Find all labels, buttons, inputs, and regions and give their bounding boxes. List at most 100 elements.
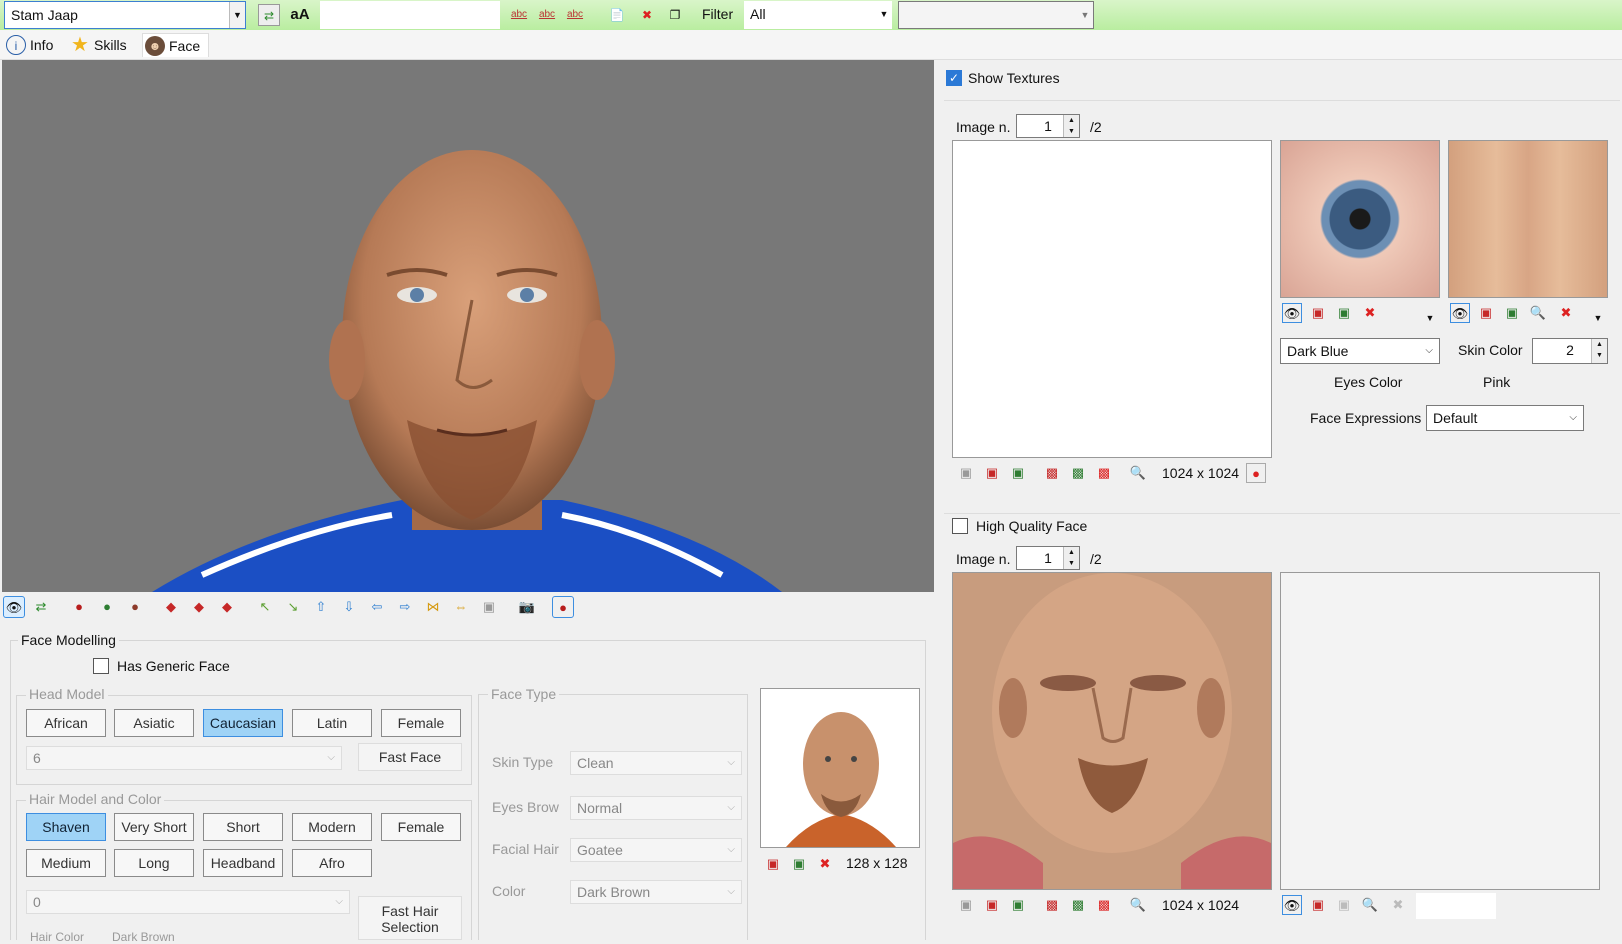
head-export-icon[interactable]: ● xyxy=(96,596,118,618)
skin-texture-thumbnail[interactable] xyxy=(1448,140,1608,298)
hair-long-button[interactable]: Long xyxy=(114,849,194,877)
texture-import-all-icon[interactable]: ▩ xyxy=(1042,463,1062,483)
spinner-arrows-icon[interactable]: ▲ ▼ xyxy=(1591,339,1607,363)
portrait-delete-icon[interactable]: ✖ xyxy=(815,854,835,874)
hair-female-button[interactable]: Female xyxy=(381,813,461,841)
arrow-right-icon[interactable]: ⇨ xyxy=(394,596,416,618)
refresh-icon[interactable]: ⇄ xyxy=(30,596,52,618)
secondary-select[interactable]: ▼ xyxy=(898,1,1094,29)
hq-import-all-icon[interactable]: ▩ xyxy=(1042,895,1062,915)
font-toggle-button[interactable]: aA xyxy=(286,4,314,26)
high-quality-face-checkbox[interactable] xyxy=(952,518,968,534)
skin-texture-export-icon[interactable]: ▣ xyxy=(1502,303,1522,323)
skin-type-select[interactable]: Clean ⌵ xyxy=(570,751,742,775)
blank-field[interactable] xyxy=(320,1,500,29)
face-expressions-select[interactable]: Default ⌵ xyxy=(1426,405,1584,431)
hair-color-value[interactable]: Dark Brown xyxy=(112,930,175,944)
hair-import-icon[interactable]: ◆ xyxy=(160,596,182,618)
player-select[interactable]: Stam Jaap ▼ xyxy=(4,1,246,29)
spellcheck-icon[interactable]: abc xyxy=(536,4,558,26)
new-document-icon[interactable]: 📄 xyxy=(606,4,628,26)
hair-short-button[interactable]: Short xyxy=(203,813,283,841)
skin-texture-delete-icon[interactable]: ✖ xyxy=(1556,303,1576,323)
texture-export-all-icon[interactable]: ▩ xyxy=(1068,463,1088,483)
collapse-icon[interactable]: ⋈ xyxy=(422,596,444,618)
hq2-delete-icon[interactable]: ✖ xyxy=(1388,895,1408,915)
hq-import-icon[interactable]: ▣ xyxy=(982,895,1002,915)
arrow-up-icon[interactable]: ⇧ xyxy=(310,596,332,618)
face-3d-viewport[interactable] xyxy=(2,60,934,592)
hq-image-number-spinner[interactable]: 1 ▲ ▼ xyxy=(1016,546,1080,570)
eye-texture-export-icon[interactable]: ▣ xyxy=(1334,303,1354,323)
portrait-import-icon[interactable]: ▣ xyxy=(763,854,783,874)
image-number-spinner[interactable]: 1 ▲ ▼ xyxy=(1016,114,1080,138)
save-icon[interactable]: ▣ xyxy=(956,895,976,915)
hair-medium-button[interactable]: Medium xyxy=(26,849,106,877)
color-palette-icon[interactable]: ● xyxy=(1246,463,1266,483)
head-latin-button[interactable]: Latin xyxy=(292,709,372,737)
hair-export-icon[interactable]: ◆ xyxy=(188,596,210,618)
spellcheck-icon[interactable]: abc xyxy=(564,4,586,26)
spinner-arrows-icon[interactable]: ▲ ▼ xyxy=(1063,547,1079,569)
eyes-color-select[interactable]: Dark Blue ⌵ xyxy=(1280,338,1440,364)
eye-icon[interactable]: 👁 xyxy=(1450,303,1470,323)
zoom-icon[interactable]: 🔍 xyxy=(1128,895,1148,915)
camera-icon[interactable]: 📷 xyxy=(516,596,538,618)
hq-delete-all-icon[interactable]: ▩ xyxy=(1094,895,1114,915)
eye-texture-import-icon[interactable]: ▣ xyxy=(1308,303,1328,323)
eye-texture-delete-icon[interactable]: ✖ xyxy=(1360,303,1380,323)
skin-texture-import-icon[interactable]: ▣ xyxy=(1476,303,1496,323)
texture-import-icon[interactable]: ▣ xyxy=(982,463,1002,483)
eye-icon[interactable]: 👁 xyxy=(1282,895,1302,915)
fast-face-button[interactable]: Fast Face xyxy=(358,743,462,771)
delete-document-icon[interactable]: ✖ xyxy=(636,4,658,26)
hq2-import-icon[interactable]: ▣ xyxy=(1308,895,1328,915)
arrow-down-right-icon[interactable]: ↘ xyxy=(282,596,304,618)
facial-hair-select[interactable]: Goatee ⌵ xyxy=(570,838,742,862)
fast-hair-button[interactable]: Fast Hair Selection xyxy=(358,896,462,940)
arrow-up-left-icon[interactable]: ↖ xyxy=(254,596,276,618)
copy-document-icon[interactable]: ❐ xyxy=(664,4,686,26)
head-asiatic-button[interactable]: Asiatic xyxy=(114,709,194,737)
dropdown-arrow-icon[interactable]: ▼ xyxy=(1420,308,1440,328)
eye-icon[interactable]: 👁 xyxy=(3,596,25,618)
hq-export-all-icon[interactable]: ▩ xyxy=(1068,895,1088,915)
dropdown-arrow-icon[interactable]: ▼ xyxy=(1588,308,1608,328)
texture-export-icon[interactable]: ▣ xyxy=(1008,463,1028,483)
eye-icon[interactable]: 👁 xyxy=(1282,303,1302,323)
skin-color-spinner[interactable]: 2 ▲ ▼ xyxy=(1532,338,1608,364)
zoom-icon[interactable]: 🔍 xyxy=(1360,895,1380,915)
generic-face-checkbox[interactable] xyxy=(93,658,109,674)
tab-skills[interactable]: ★ Skills xyxy=(68,33,127,57)
save-icon[interactable]: ▣ xyxy=(956,463,976,483)
zoom-icon[interactable]: 🔍 xyxy=(1528,303,1548,323)
arrow-down-icon[interactable]: ⇩ xyxy=(338,596,360,618)
hq-export-icon[interactable]: ▣ xyxy=(1008,895,1028,915)
hair-headband-button[interactable]: Headband xyxy=(203,849,283,877)
head-delete-icon[interactable]: ● xyxy=(124,596,146,618)
head-model-select[interactable]: 6 ⌵ xyxy=(26,746,342,770)
hq-secondary-texture[interactable] xyxy=(1280,572,1600,890)
show-textures-checkbox[interactable]: ✓ xyxy=(946,70,962,86)
refresh-icon[interactable]: ⇄ xyxy=(258,4,280,26)
hair-very-short-button[interactable]: Very Short xyxy=(114,813,194,841)
portrait-thumbnail[interactable] xyxy=(760,688,920,848)
eye-texture-thumbnail[interactable] xyxy=(1280,140,1440,298)
chevron-down-icon[interactable]: ▼ xyxy=(229,2,245,28)
filter-select[interactable]: All ▼ xyxy=(744,1,892,29)
portrait-export-icon[interactable]: ▣ xyxy=(789,854,809,874)
hq-face-texture[interactable] xyxy=(952,572,1272,890)
helmet-icon[interactable]: ● xyxy=(552,596,574,618)
expand-icon[interactable]: ⇔ xyxy=(450,596,472,618)
hair-delete-icon[interactable]: ◆ xyxy=(216,596,238,618)
head-african-button[interactable]: African xyxy=(26,709,106,737)
head-female-button[interactable]: Female xyxy=(381,709,461,737)
chevron-down-icon[interactable]: ▼ xyxy=(1077,2,1093,28)
tab-info[interactable]: i Info xyxy=(4,33,53,57)
hair-shaven-button[interactable]: Shaven xyxy=(26,813,106,841)
hq2-export-icon[interactable]: ▣ xyxy=(1334,895,1354,915)
tab-face[interactable]: ☻ Face xyxy=(142,33,210,57)
save-icon[interactable]: ▣ xyxy=(478,596,500,618)
hair-modern-button[interactable]: Modern xyxy=(292,813,372,841)
chevron-down-icon[interactable]: ▼ xyxy=(876,1,892,29)
